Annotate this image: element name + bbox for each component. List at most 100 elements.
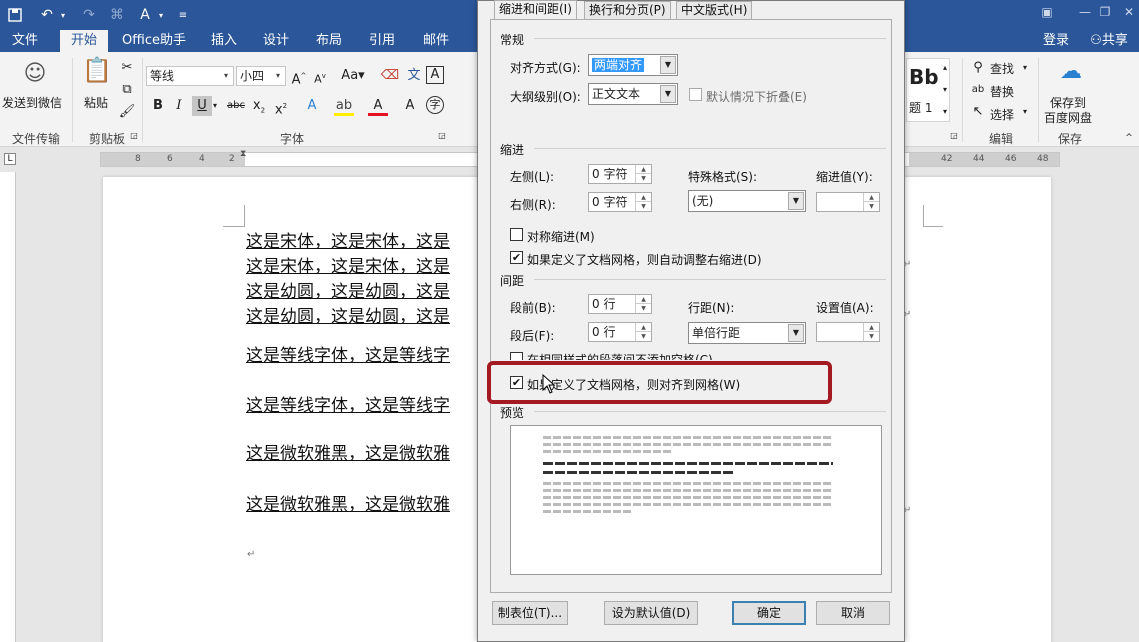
format-painter-brush-icon[interactable]: 🖌 [117,102,137,122]
dialog-launcher-icon[interactable]: ◲ [948,130,960,142]
text-effects-icon[interactable]: A [302,96,322,116]
alignment-select[interactable]: 两端对齐 ▼ [588,54,678,76]
clear-formatting-icon[interactable]: ⌫ [380,66,400,86]
ribbon-options-icon[interactable]: ▣ [1030,0,1064,24]
spin-up-icon[interactable]: ▲ [863,193,879,202]
tabs-button[interactable]: 制表位(T)... [492,601,568,625]
chevron-down-icon[interactable]: ▾ [219,67,233,85]
more-styles-icon[interactable]: ▾ [940,102,950,122]
indent-marker-icon[interactable]: ⧗ [240,149,246,159]
undo-dropdown-icon[interactable]: ▾ [58,4,68,26]
special-indent-select[interactable]: (无) ▼ [688,190,806,212]
chevron-down-icon[interactable]: ▾ [940,80,950,100]
save-icon[interactable] [4,4,26,26]
tab-line-page-breaks[interactable]: 换行和分页(P) [584,1,671,19]
copy-icon[interactable]: ⧉ [117,80,137,100]
doc-paragraph[interactable]: 这是宋体，这是宋体，这是 [246,252,450,277]
character-shading-icon[interactable]: A [400,96,420,116]
chevron-up-icon[interactable]: ▴ [940,58,950,78]
font-color-icon[interactable]: A [368,96,388,116]
no-space-same-style-checkbox[interactable] [510,352,523,360]
space-before-spinner[interactable]: 0 行 ▲ ▼ [588,294,652,314]
share-button[interactable]: ⚇共享 [1082,30,1136,52]
outline-level-select[interactable]: 正文文本 ▼ [588,83,678,105]
dialog-launcher-icon[interactable]: ◲ [436,130,448,142]
spin-down-icon[interactable]: ▼ [635,174,651,183]
chevron-down-icon[interactable]: ▾ [1020,102,1030,122]
subscript-icon[interactable]: x2 [249,96,269,116]
left-indent-spinner[interactable]: 0 字符 ▲ ▼ [588,164,652,184]
bold-icon[interactable]: B [148,96,168,116]
shrink-font-icon[interactable]: Av [310,66,330,86]
select-button[interactable]: 选择 [990,106,1014,123]
superscript-icon[interactable]: x2 [271,96,291,117]
chevron-down-icon[interactable]: ▼ [788,324,804,342]
chevron-down-icon[interactable]: ▾ [156,4,166,26]
cut-icon[interactable]: ✂ [117,58,137,78]
undo-icon[interactable]: ↶ [36,4,58,26]
chevron-down-icon[interactable]: ▼ [660,56,676,74]
set-default-button[interactable]: 设为默认值(D) [604,601,698,625]
change-case-icon[interactable]: Aa▾ [338,66,368,86]
find-button[interactable]: 查找 [990,60,1014,77]
tab-insert[interactable]: 插入 [204,30,244,52]
spin-down-icon[interactable]: ▼ [635,202,651,211]
tab-file[interactable]: 文件 [6,30,44,52]
redo-icon[interactable]: ↷ [78,4,100,26]
text-format-icon[interactable]: A [134,4,156,26]
chevron-down-icon[interactable]: ▾ [210,96,220,116]
doc-paragraph[interactable]: 这是幼圆，这是幼圆，这是 [246,302,450,327]
doc-paragraph[interactable]: 这是等线字体，这是等线字 [246,391,450,416]
spin-down-icon[interactable]: ▼ [635,304,651,313]
chevron-down-icon[interactable]: ▾ [271,67,285,85]
highlight-color-icon[interactable]: ab [334,96,354,116]
font-name-combo[interactable]: 等线 ▾ [146,66,234,86]
character-border-icon[interactable]: A [426,66,444,84]
tab-office-assistant[interactable]: Office助手 [118,30,190,52]
save-to-cloud-line2[interactable]: 百度网盘 [1044,109,1092,126]
send-to-wechat-button[interactable]: 发送到微信 [2,94,62,111]
spin-down-icon[interactable]: ▼ [863,202,879,211]
login-link[interactable]: 登录 [1036,30,1076,52]
right-indent-spinner[interactable]: 0 字符 ▲ ▼ [588,192,652,212]
grow-font-icon[interactable]: A^ [289,66,309,87]
tab-selector-icon[interactable]: L [4,153,16,165]
spin-down-icon[interactable]: ▼ [863,332,879,341]
collapse-ribbon-icon[interactable]: ^ [1122,128,1136,148]
tab-home[interactable]: 开始 [60,30,108,52]
spin-up-icon[interactable]: ▲ [635,323,651,332]
chevron-down-icon[interactable]: ▼ [788,192,804,210]
doc-paragraph[interactable]: 这是幼圆，这是幼圆，这是 [246,277,450,302]
indent-by-spinner[interactable]: ▲ ▼ [816,192,880,212]
doc-paragraph[interactable]: 这是等线字体，这是等线字 [246,341,450,366]
strikethrough-icon[interactable]: abc [225,96,247,116]
auto-adjust-indent-checkbox[interactable]: ✔ [510,251,523,264]
collapse-default-checkbox[interactable] [689,88,702,101]
format-painter-icon[interactable]: ⌘ [106,4,128,26]
spin-down-icon[interactable]: ▼ [635,332,651,341]
paste-button[interactable]: 粘贴 [84,94,108,111]
enclose-characters-icon[interactable]: 字 [426,96,444,114]
font-size-combo[interactable]: 小四 ▾ [236,66,286,86]
customize-icon[interactable]: ≡ [172,4,194,26]
space-after-spinner[interactable]: 0 行 ▲ ▼ [588,322,652,342]
replace-button[interactable]: 替换 [990,83,1014,100]
cancel-button[interactable]: 取消 [816,601,890,625]
doc-paragraph[interactable]: 这是微软雅黑，这是微软雅 [246,490,450,515]
ok-button[interactable]: 确定 [732,601,806,625]
underline-icon[interactable]: U [192,96,212,116]
doc-paragraph[interactable]: 这是微软雅黑，这是微软雅 [246,439,450,464]
tab-references[interactable]: 引用 [362,30,402,52]
chevron-down-icon[interactable]: ▼ [660,85,676,103]
tab-indents-spacing[interactable]: 缩进和间距(I) [494,0,577,20]
doc-paragraph[interactable]: 这是宋体，这是宋体，这是 [246,227,450,252]
close-icon[interactable]: ✕ [1112,0,1139,24]
tab-mailings[interactable]: 邮件 [416,30,456,52]
spin-up-icon[interactable]: ▲ [635,193,651,202]
vertical-ruler[interactable] [0,172,16,642]
chevron-down-icon[interactable]: ▾ [1020,58,1030,78]
line-spacing-select[interactable]: 单倍行距 ▼ [688,322,806,344]
spin-up-icon[interactable]: ▲ [863,323,879,332]
phonetic-guide-icon[interactable]: 文 [404,66,424,86]
tab-design[interactable]: 设计 [256,30,296,52]
